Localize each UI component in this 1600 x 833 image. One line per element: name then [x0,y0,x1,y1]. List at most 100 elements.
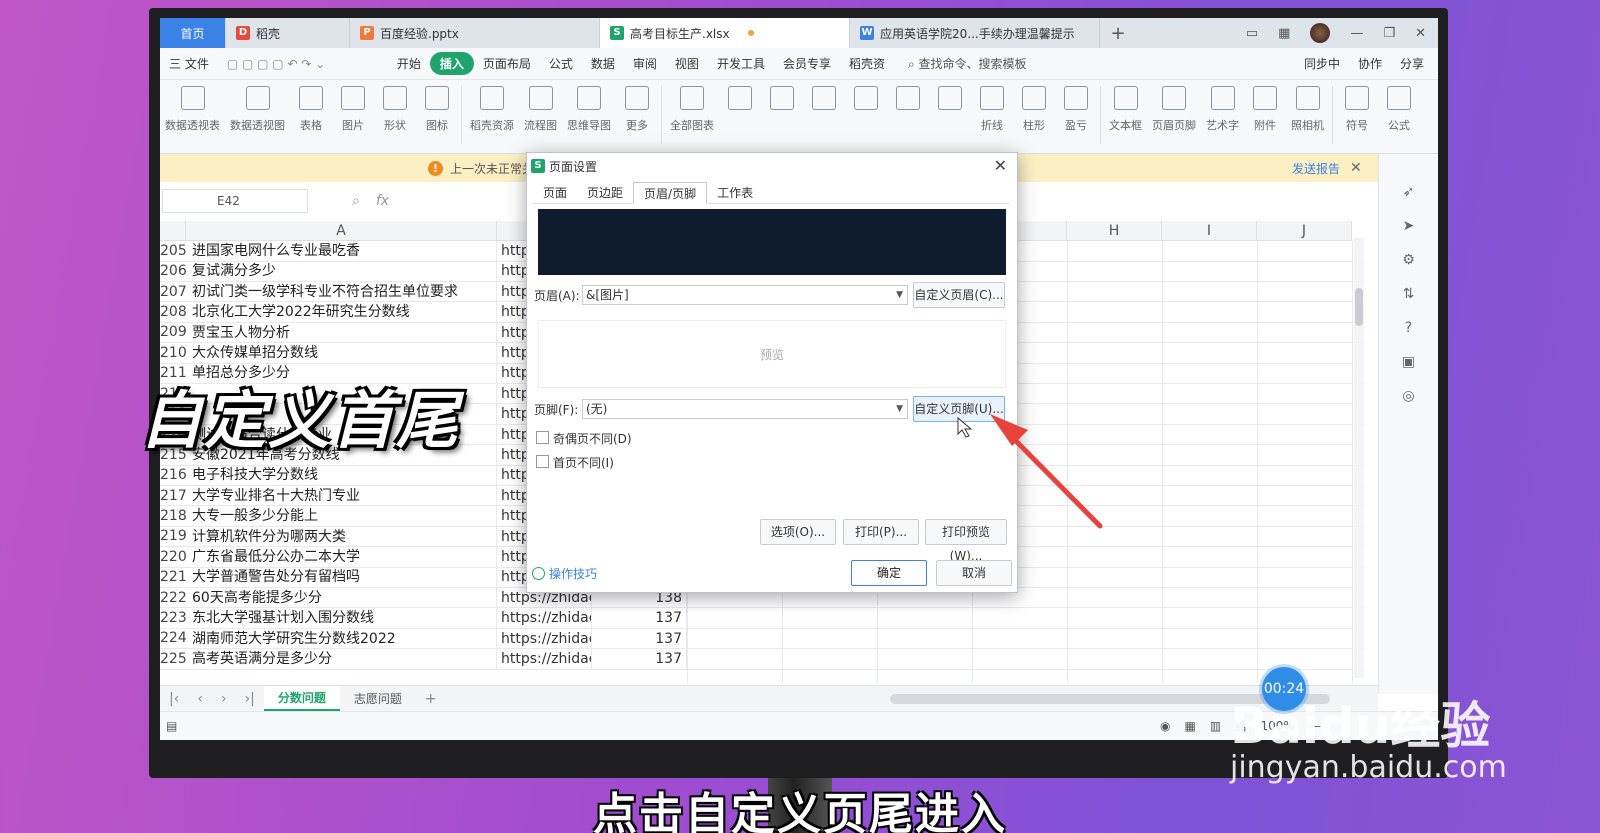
ribbon-item[interactable]: 图标 [416,86,458,133]
dialog-close-icon[interactable]: ✕ [994,156,1007,175]
minimize-icon[interactable]: — [1350,26,1363,41]
transform-icon[interactable]: ⇅ [1403,286,1415,302]
cell-a[interactable]: 大众传媒单招分数线 [186,343,497,363]
cell-a[interactable]: 电子科技大学分数线 [186,465,497,485]
ribbon-item[interactable]: 折线 [971,86,1013,133]
corner-cell[interactable] [160,221,186,241]
cell-c[interactable]: 137 [592,649,687,669]
tips-link[interactable]: 操作技巧 [532,565,597,582]
ribbon-item[interactable] [845,86,887,117]
menu-formula[interactable]: 公式 [540,55,582,72]
ribbon-item[interactable]: 符号 [1336,86,1378,133]
ribbon-item[interactable]: 页眉页脚 [1147,86,1201,133]
header-select[interactable]: &[图片] ▼ [582,285,908,305]
ribbon-item[interactable]: 更多 [616,86,658,133]
cell-b[interactable]: https://zhidac [497,649,592,669]
cell-a[interactable]: 计算机软件分为哪两大类 [186,526,497,547]
ribbon-item[interactable] [761,86,803,117]
cell-a[interactable]: 高考英语满分是多少分 [186,649,497,669]
ribbon-item[interactable] [719,86,761,117]
ribbon-item[interactable]: 照相机 [1286,86,1329,133]
cell-c[interactable]: 137 [592,628,687,649]
menu-page-layout[interactable]: 页面布局 [474,55,540,72]
ribbon-item[interactable]: 柱形 [1013,86,1055,133]
odd-even-checkbox[interactable] [536,431,549,444]
cell-b[interactable]: https://zhidac [497,608,592,628]
vertical-scrollbar[interactable] [1354,238,1364,678]
last-sheet-icon[interactable]: ›| [236,691,264,707]
ok-button[interactable]: 确定 [851,560,927,586]
ribbon-item[interactable] [887,86,929,117]
print-preview-button[interactable]: 打印预览(W)... [925,519,1007,563]
ribbon-item[interactable]: 数据透视表 [160,86,225,133]
add-sheet-icon[interactable]: + [416,691,446,707]
notice-close-icon[interactable]: ✕ [1350,160,1362,176]
share-button[interactable]: 分享 [1400,55,1424,72]
options-button[interactable]: 选项(O)... [760,519,836,545]
custom-footer-button[interactable]: 自定义页脚(U)... [913,396,1005,422]
cell-a[interactable]: 广东省最低分公办二本大学 [186,547,497,567]
quick-access-icons[interactable]: ▢ ▢ ▢ ▢ ↶ ↷ ⌄ [218,57,388,71]
ribbon-item[interactable] [929,86,971,117]
fx-icon[interactable]: fx [376,193,389,209]
page-layout-view-icon[interactable]: ▥ [1210,719,1221,733]
menu-docer[interactable]: 稻壳资 [840,55,894,72]
next-sheet-icon[interactable]: › [212,691,236,707]
cell-a[interactable]: 进国家电网什么专业最吃香 [186,241,497,261]
menu-review[interactable]: 审阅 [624,55,666,72]
ribbon-item[interactable]: 文本框 [1104,86,1147,133]
menu-developer[interactable]: 开发工具 [708,55,774,72]
print-button[interactable]: 打印(P)... [843,519,919,545]
menu-view[interactable]: 视图 [666,55,708,72]
file-menu[interactable]: 三 文件 [160,55,218,72]
col-header-i[interactable]: I [1162,221,1257,241]
cell-a[interactable]: 初试门类一级学科专业不符合招生单位要求 [186,281,497,302]
menu-home[interactable]: 开始 [388,55,430,72]
normal-view-icon[interactable]: ▦ [1184,719,1195,733]
first-sheet-icon[interactable]: |‹ [160,691,188,707]
ribbon-item[interactable]: 形状 [374,86,416,133]
rocket-icon[interactable]: ➶ [1403,184,1415,200]
table-row[interactable]: 225 高考英语满分是多少分 https://zhidac 137 [160,649,1365,670]
restore-icon[interactable]: ❐ [1383,26,1395,41]
ribbon-item[interactable]: 稻壳资源 [465,86,519,133]
tab-margins[interactable]: 页边距 [577,182,633,203]
ribbon-item[interactable]: 表格 [290,86,332,133]
tab-home[interactable]: 首页 [160,18,226,48]
send-report-link[interactable]: 发送报告 [1292,160,1340,177]
col-header-a[interactable]: A [186,221,497,241]
custom-header-button[interactable]: 自定义页眉(C)... [913,282,1005,308]
cell-a[interactable]: 东北大学强基计划入围分数线 [186,608,497,628]
new-tab-button[interactable]: + [1100,18,1136,48]
cell-a[interactable]: 贾宝玉人物分析 [186,322,497,343]
ribbon-item[interactable]: 图片 [332,86,374,133]
cursor-icon[interactable]: ➤ [1403,218,1415,234]
ribbon-item[interactable]: 思维导图 [562,86,616,133]
avatar[interactable] [1310,23,1331,43]
ribbon-item[interactable] [803,86,845,117]
ribbon-item[interactable]: 公式 [1378,86,1420,133]
menu-member[interactable]: 会员专享 [774,55,840,72]
first-page-checkbox[interactable] [536,455,549,468]
cell-a[interactable]: 大学普通警告处分有留档吗 [186,567,497,587]
cancel-button[interactable]: 取消 [936,560,1012,586]
close-icon[interactable]: ✕ [1415,26,1426,41]
tab-header-footer[interactable]: 页眉/页脚 [633,182,708,204]
location-icon[interactable]: ◎ [1402,388,1414,404]
macro-icon[interactable]: ▤ [166,719,177,733]
cell-b[interactable]: https://zhidac [497,628,592,649]
help-icon[interactable]: ? [1405,320,1412,336]
ribbon-item[interactable]: 全部图表 [665,86,719,133]
sync-button[interactable]: 同步中 [1304,55,1340,72]
table-row[interactable]: 223 东北大学强基计划入围分数线 https://zhidac 137 [160,608,1365,629]
command-search[interactable]: ⌕ 查找命令、搜索模板 [908,55,1027,72]
cell-a[interactable]: 60天高考能提多少分 [186,587,497,608]
tab-xlsx[interactable]: S 高考目标生产.xlsx [600,18,850,48]
cell-a[interactable]: 大专一般多少分能上 [186,506,497,526]
scroll-thumb[interactable] [1355,288,1363,326]
sheet-tab-scores[interactable]: 分数问题 [263,686,340,711]
tab-pptx[interactable]: P 百度经验.pptx [350,18,600,48]
settings-slider-icon[interactable]: ⚙ [1402,252,1415,268]
tab-docer[interactable]: D 稻壳 [226,18,350,48]
eye-icon[interactable]: ◉ [1160,719,1170,733]
